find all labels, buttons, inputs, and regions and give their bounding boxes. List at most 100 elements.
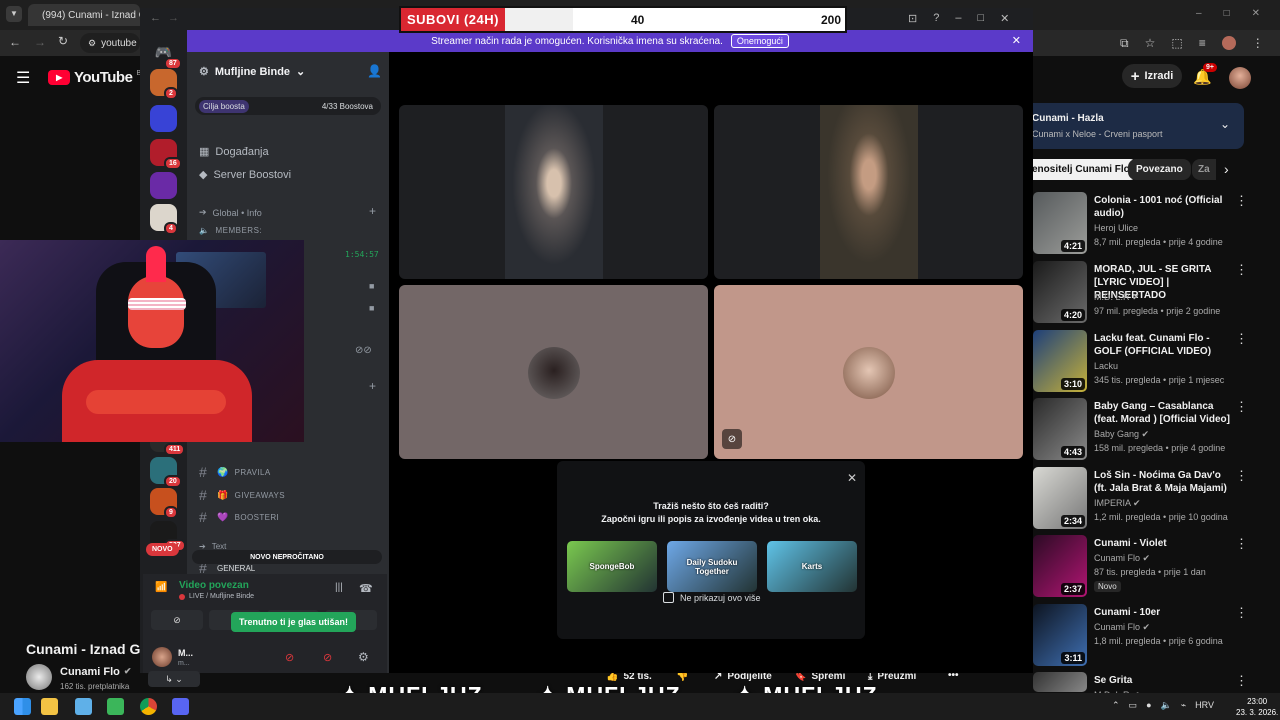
tab-list-icon[interactable]: ▼ — [6, 6, 22, 22]
maximize-icon[interactable]: □ — [1224, 8, 1230, 19]
chip-more[interactable]: Za — [1192, 159, 1216, 180]
noise-suppression-icon[interactable]: ||| — [335, 582, 343, 593]
discord-minimize-icon[interactable]: – — [955, 12, 961, 25]
store-icon[interactable] — [75, 698, 92, 715]
rec-menu-icon[interactable]: ⋮ — [1235, 673, 1248, 689]
camera-toggle-button[interactable]: ⊘ — [151, 610, 203, 630]
channel-item[interactable]: # 🌍 PRAVILA — [199, 464, 271, 480]
rec-thumbnail[interactable]: 3:10 — [1033, 330, 1087, 392]
rec-channel[interactable]: IMPERIA ✔ — [1094, 498, 1141, 509]
volume-icon[interactable]: 🔈 — [1161, 700, 1172, 711]
video-call-icon-2[interactable]: ■ — [369, 303, 374, 313]
rec-menu-icon[interactable]: ⋮ — [1235, 468, 1248, 484]
channel-name[interactable]: Cunami Flo ✔ — [60, 666, 131, 678]
members-channel[interactable]: 🔈 MEMBERS: — [199, 226, 262, 235]
discord-back-icon[interactable]: ← — [150, 12, 161, 24]
server-header[interactable]: ⚙ Mufljine Binde ⌄ — [199, 65, 305, 79]
voice-tile-3[interactable] — [399, 285, 708, 459]
media-controls-icon[interactable]: ≡ — [1199, 36, 1206, 51]
rec-channel[interactable]: Baby Gang ✔ — [1094, 429, 1149, 440]
chip-artist[interactable]: enositelj Cunami Flo — [1026, 159, 1138, 180]
video-tile-2[interactable] — [714, 105, 1023, 279]
close-icon[interactable]: ✕ — [1252, 8, 1260, 19]
user-settings-icon[interactable]: ⚙ — [358, 650, 369, 664]
clock[interactable]: 23:00 23. 3. 2026. — [1236, 696, 1278, 718]
rec-thumbnail[interactable]: 3:11 — [1033, 604, 1087, 666]
menu-server-boosts[interactable]: ◆ Server Boostovi — [199, 168, 291, 182]
dont-show-checkbox[interactable]: Ne prikazuj ovo više — [663, 592, 761, 603]
rec-channel[interactable]: M.D. L.R ✔ — [1094, 292, 1140, 303]
rec-title[interactable]: Cunami - Violet — [1094, 537, 1234, 550]
rec-title[interactable]: Cunami - 10er — [1094, 606, 1234, 619]
server-icon[interactable] — [150, 105, 177, 132]
user-avatar[interactable] — [152, 647, 172, 667]
rec-menu-icon[interactable]: ⋮ — [1235, 605, 1248, 621]
extensions-icon[interactable]: ⬚ — [1171, 36, 1182, 51]
rec-title[interactable]: Colonia - 1001 noć (Official audio) — [1094, 194, 1234, 220]
youtube-logo[interactable]: ▶ YouTube BA — [48, 69, 145, 86]
menu-events[interactable]: ▦ Događanja — [199, 145, 269, 159]
windows-start-icon[interactable] — [14, 698, 31, 715]
arrow-left-bottom-icon[interactable]: ↳ ⌄ — [148, 671, 200, 687]
tray-chevron-icon[interactable]: ⌃ — [1112, 700, 1120, 711]
profile-avatar[interactable] — [1221, 36, 1236, 50]
create-button[interactable]: + Izradi — [1122, 64, 1182, 88]
banner-close-icon[interactable]: ✕ — [1012, 34, 1021, 47]
chip-related[interactable]: Povezano — [1128, 159, 1191, 180]
rec-menu-icon[interactable]: ⋮ — [1235, 193, 1248, 209]
boost-goal-bar[interactable]: Cilja boosta 4/33 Boostova — [195, 97, 381, 115]
playlist-panel[interactable]: Cunami - Hazla Cunami x Neloe - Crveni p… — [1026, 103, 1244, 149]
help-icon[interactable]: ? — [933, 12, 939, 25]
cast-icon[interactable]: ⧉ — [1120, 36, 1129, 51]
language-indicator[interactable]: HRV — [1195, 700, 1214, 711]
browser-tab[interactable]: (994) Cunami - Iznad Geta — [28, 4, 140, 26]
disconnect-icon[interactable]: ☎ — [359, 582, 373, 595]
rec-menu-icon[interactable]: ⋮ — [1235, 262, 1248, 278]
invite-people-icon[interactable]: 👤 — [367, 64, 382, 78]
app-icon-green[interactable] — [107, 698, 124, 715]
rec-thumbnail[interactable]: 4:20 — [1033, 261, 1087, 323]
activity-card[interactable]: SpongeBob — [567, 541, 657, 592]
rec-thumbnail[interactable]: 4:21 — [1033, 192, 1087, 254]
rec-menu-icon[interactable]: ⋮ — [1235, 331, 1248, 347]
voice-status[interactable]: Video povezan — [179, 580, 249, 591]
rec-menu-icon[interactable]: ⋮ — [1235, 399, 1248, 415]
channel-item[interactable]: # 💜 BOOSTERI — [199, 509, 279, 525]
rec-menu-icon[interactable]: ⋮ — [1235, 536, 1248, 552]
discord-close-icon[interactable]: ✕ — [1000, 12, 1009, 25]
unread-pill[interactable]: NOVO NEPROČITANO — [192, 550, 382, 564]
rec-thumbnail[interactable]: 4:43 — [1033, 398, 1087, 460]
minimize-icon[interactable]: – — [1196, 8, 1202, 19]
rec-channel[interactable]: Cunami Flo ✔ — [1094, 553, 1150, 564]
channel-item[interactable]: # 🎁 GIVEAWAYS — [199, 487, 285, 503]
bookmark-star-icon[interactable]: ☆ — [1145, 36, 1156, 51]
category-global-info[interactable]: ➔ Global • Info — [199, 207, 262, 218]
rec-thumbnail[interactable]: 2:37 — [1033, 535, 1087, 597]
hamburger-menu-icon[interactable]: ☰ — [16, 68, 30, 88]
voice-location[interactable]: LIVE / Mufljine Binde — [179, 593, 254, 600]
rec-thumbnail[interactable]: 2:34 — [1033, 467, 1087, 529]
deafen-muted-icon[interactable]: ⊘ — [323, 651, 332, 664]
video-tile-1[interactable] — [399, 105, 708, 279]
rec-title[interactable]: Se Grita — [1094, 674, 1234, 687]
network-icon[interactable]: ⌁ — [1181, 700, 1186, 711]
discord-forward-icon[interactable]: → — [168, 12, 179, 24]
add-channel-icon[interactable]: + — [369, 204, 376, 218]
inbox-icon[interactable]: ⊡ — [908, 12, 917, 25]
add-channel-icon-2[interactable]: + — [369, 379, 376, 393]
rec-channel[interactable]: Cunami Flo ✔ — [1094, 622, 1150, 633]
rec-channel[interactable]: Lacku — [1094, 361, 1118, 371]
rec-title[interactable]: Lacku feat. Cunami Flo - GOLF (OFFICIAL … — [1094, 332, 1234, 358]
address-bar[interactable]: ⚙ youtube — [80, 33, 140, 53]
chevron-right-icon[interactable]: › — [1224, 161, 1229, 177]
activity-card[interactable]: Daily Sudoku Together — [667, 541, 757, 592]
prompt-close-icon[interactable]: ✕ — [847, 471, 857, 485]
discord-taskbar-icon[interactable] — [172, 698, 189, 715]
rec-channel[interactable]: Heroj Ulice — [1094, 223, 1138, 233]
rec-thumbnail[interactable] — [1033, 672, 1087, 692]
discord-maximize-icon[interactable]: □ — [977, 12, 984, 25]
forward-icon[interactable]: → — [34, 36, 46, 48]
rec-title[interactable]: Baby Gang – Casablanca (feat. Morad ) [O… — [1094, 400, 1234, 426]
reload-icon[interactable]: ↻ — [58, 35, 68, 47]
disable-streamer-mode-button[interactable]: Onemogući — [730, 34, 789, 48]
